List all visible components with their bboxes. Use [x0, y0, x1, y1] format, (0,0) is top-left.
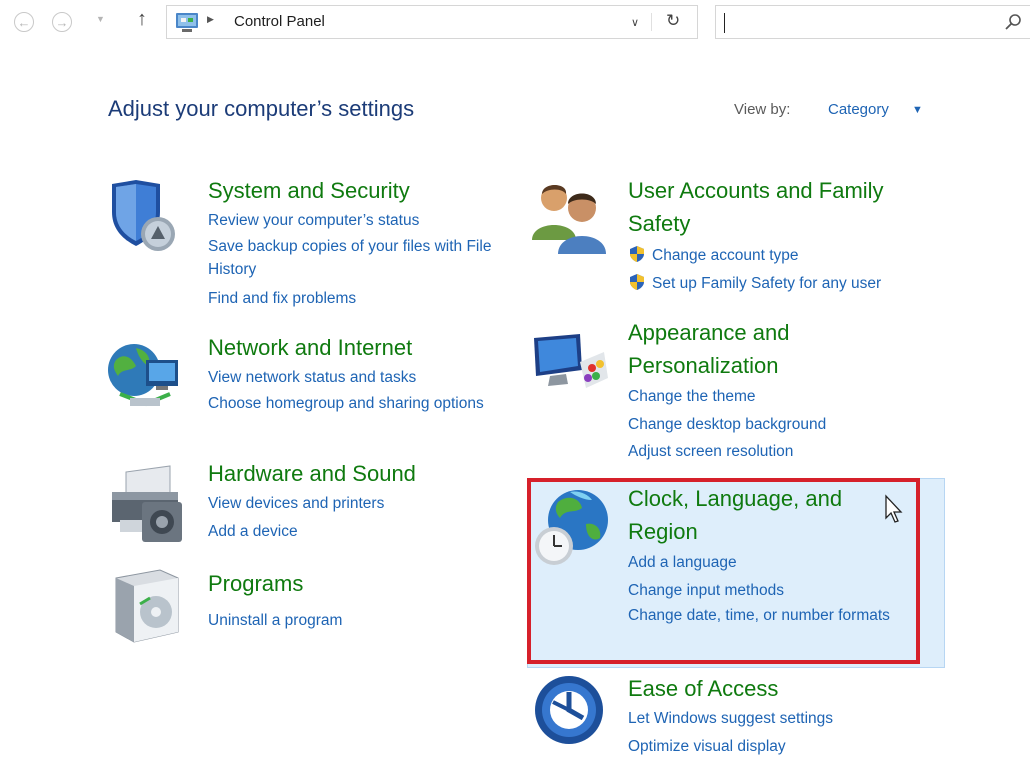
link-change-account-type-label: Change account type	[652, 247, 799, 264]
link-devices-printers[interactable]: View devices and printers	[208, 490, 498, 518]
refresh-icon[interactable]: ↻	[666, 11, 680, 31]
printer-icon[interactable]	[106, 462, 190, 546]
breadcrumb-separator-icon[interactable]: ▶	[207, 14, 214, 25]
link-family-safety-label: Set up Family Safety for any user	[652, 275, 881, 292]
link-homegroup-sharing[interactable]: Choose homegroup and sharing options	[208, 392, 508, 419]
link-optimize-display[interactable]: Optimize visual display	[628, 733, 928, 760]
search-input[interactable]	[715, 5, 1030, 39]
link-add-device[interactable]: Add a device	[208, 518, 498, 546]
programs-title[interactable]: Programs	[208, 567, 303, 600]
hardware-sound-links: View devices and printers Add a device	[208, 490, 498, 545]
link-desktop-background[interactable]: Change desktop background	[628, 411, 928, 439]
ease-of-access-icon[interactable]	[531, 672, 607, 748]
users-icon[interactable]	[528, 178, 610, 256]
network-internet-title[interactable]: Network and Internet	[208, 331, 412, 364]
link-backup-file-history[interactable]: Save backup copies of your files with Fi…	[208, 235, 498, 285]
search-icon[interactable]	[1004, 13, 1022, 31]
text-caret	[724, 13, 725, 33]
breadcrumb-control-panel[interactable]: Control Panel	[234, 13, 325, 30]
address-divider	[651, 13, 652, 31]
user-accounts-title[interactable]: User Accounts and Family Safety	[628, 174, 938, 240]
link-screen-resolution[interactable]: Adjust screen resolution	[628, 438, 928, 466]
view-by-label: View by:	[734, 101, 790, 118]
link-family-safety[interactable]: Set up Family Safety for any user	[628, 270, 948, 298]
up-icon[interactable]: ↑	[137, 9, 147, 29]
callout-highlight-box	[527, 478, 920, 664]
user-accounts-links: Change account type Set up Family Safety…	[628, 242, 948, 297]
link-change-theme[interactable]: Change the theme	[628, 383, 928, 411]
mouse-cursor-icon	[884, 494, 904, 524]
system-security-links: Review your computer’s status Save backu…	[208, 207, 498, 312]
uac-shield-icon	[628, 273, 646, 291]
view-by-dropdown[interactable]: Category	[828, 101, 889, 118]
link-network-status[interactable]: View network status and tasks	[208, 364, 508, 392]
link-uninstall-program[interactable]: Uninstall a program	[208, 607, 498, 635]
address-bar[interactable]: ▶ Control Panel ∨ ↻	[166, 5, 698, 39]
programs-icon[interactable]	[110, 568, 184, 644]
recent-locations-dropdown-icon[interactable]: ▼	[96, 14, 105, 24]
link-review-status[interactable]: Review your computer’s status	[208, 207, 498, 235]
uac-shield-icon	[628, 245, 646, 263]
address-dropdown-icon[interactable]: ∨	[631, 16, 639, 29]
programs-links: Uninstall a program	[208, 607, 498, 635]
hardware-sound-title[interactable]: Hardware and Sound	[208, 457, 416, 490]
link-change-account-type[interactable]: Change account type	[628, 242, 948, 270]
page-title: Adjust your computer’s settings	[108, 96, 414, 122]
forward-icon[interactable]: →	[52, 12, 72, 32]
appearance-icon[interactable]	[530, 332, 610, 396]
system-security-title[interactable]: System and Security	[208, 174, 410, 207]
appearance-title[interactable]: Appearance and Personalization	[628, 316, 928, 382]
ease-of-access-links: Let Windows suggest settings Optimize vi…	[628, 705, 928, 760]
network-internet-links: View network status and tasks Choose hom…	[208, 364, 508, 419]
appearance-links: Change the theme Change desktop backgrou…	[628, 383, 928, 466]
link-suggest-settings[interactable]: Let Windows suggest settings	[628, 705, 928, 733]
chevron-down-icon[interactable]: ▼	[912, 104, 923, 116]
network-icon[interactable]	[106, 338, 186, 414]
control-panel-icon	[175, 11, 199, 33]
shield-icon[interactable]	[106, 178, 178, 258]
back-icon[interactable]: ←	[14, 12, 34, 32]
ease-of-access-title[interactable]: Ease of Access	[628, 672, 778, 705]
link-find-fix-problems[interactable]: Find and fix problems	[208, 285, 498, 313]
